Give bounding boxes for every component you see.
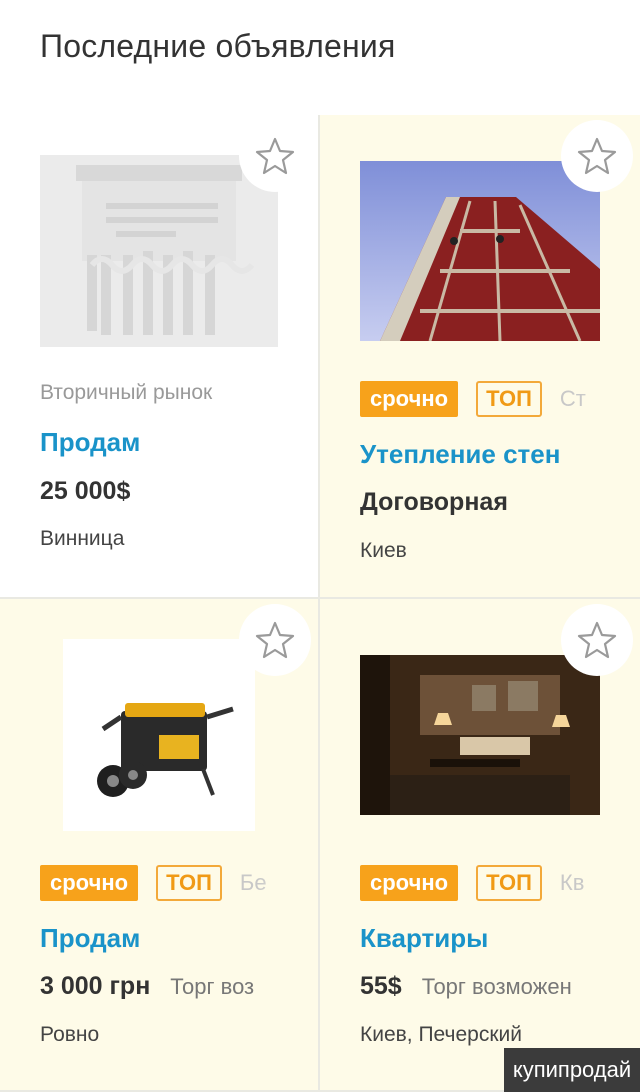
listing-grid: Вторичный рынок Продам 25 000$ Винница с… <box>0 115 640 1092</box>
listing-photo <box>63 639 255 831</box>
listing-photo <box>360 161 600 341</box>
star-outline-icon <box>255 137 295 175</box>
favorite-button[interactable] <box>561 120 633 192</box>
listing-title[interactable]: Продам <box>40 923 140 954</box>
placeholder-image <box>40 155 278 347</box>
listing-title[interactable]: Утепление стен <box>360 439 560 470</box>
listing-category: Вторичный рынок <box>40 381 213 404</box>
listing-city: Киев <box>360 539 407 562</box>
listing-title[interactable]: Квартиры <box>360 923 488 954</box>
listing-card[interactable]: срочно ТОП Кв Квартиры 55$ Торг возможен… <box>320 599 640 1092</box>
listing-price: 55$ <box>360 972 402 1000</box>
favorite-button[interactable] <box>561 604 633 676</box>
urgent-badge: срочно <box>40 865 139 901</box>
star-outline-icon <box>577 621 617 659</box>
price-row: 25 000$ <box>40 477 280 506</box>
listing-city: Киев, Печерский <box>360 1023 522 1046</box>
haggle-note: Торг воз <box>170 974 255 999</box>
page-title: Последние объявления <box>40 28 396 64</box>
listing-title[interactable]: Продам <box>40 427 140 458</box>
listing-category: Бе <box>239 870 267 895</box>
listing-city: Ровно <box>40 1023 100 1046</box>
favorite-button[interactable] <box>239 604 311 676</box>
badge-row: срочно ТОП Ст <box>360 381 600 417</box>
urgent-badge: срочно <box>360 381 459 417</box>
listing-price: Договорная <box>360 488 508 516</box>
price-row: 3 000 грн Торг воз <box>40 972 280 1001</box>
price-row: Договорная <box>360 488 600 517</box>
listing-city: Винница <box>40 527 125 550</box>
haggle-note: Торг возможен <box>421 974 572 999</box>
star-outline-icon <box>255 621 295 659</box>
listing-price: 25 000$ <box>40 477 131 505</box>
listing-category: Кв <box>559 870 585 895</box>
price-row: 55$ Торг возможен <box>360 972 600 1001</box>
top-badge: ТОП <box>476 381 542 417</box>
listing-category: Ст <box>559 386 586 411</box>
top-badge: ТОП <box>476 865 542 901</box>
urgent-badge: срочно <box>360 865 459 901</box>
listing-price: 3 000 грн <box>40 972 151 1000</box>
favorite-button[interactable] <box>239 120 311 192</box>
star-outline-icon <box>577 137 617 175</box>
site-watermark: купипродай <box>504 1048 640 1092</box>
listing-photo <box>360 655 600 815</box>
badge-row: срочно ТОП Бе <box>40 865 280 901</box>
listing-card[interactable]: срочно ТОП Ст Утепление стен Договорная … <box>320 115 640 599</box>
listing-card[interactable]: срочно ТОП Бе Продам 3 000 грн Торг воз … <box>0 599 320 1092</box>
badge-row: срочно ТОП Кв <box>360 865 600 901</box>
top-badge: ТОП <box>156 865 222 901</box>
listing-card[interactable]: Вторичный рынок Продам 25 000$ Винница <box>0 115 320 599</box>
